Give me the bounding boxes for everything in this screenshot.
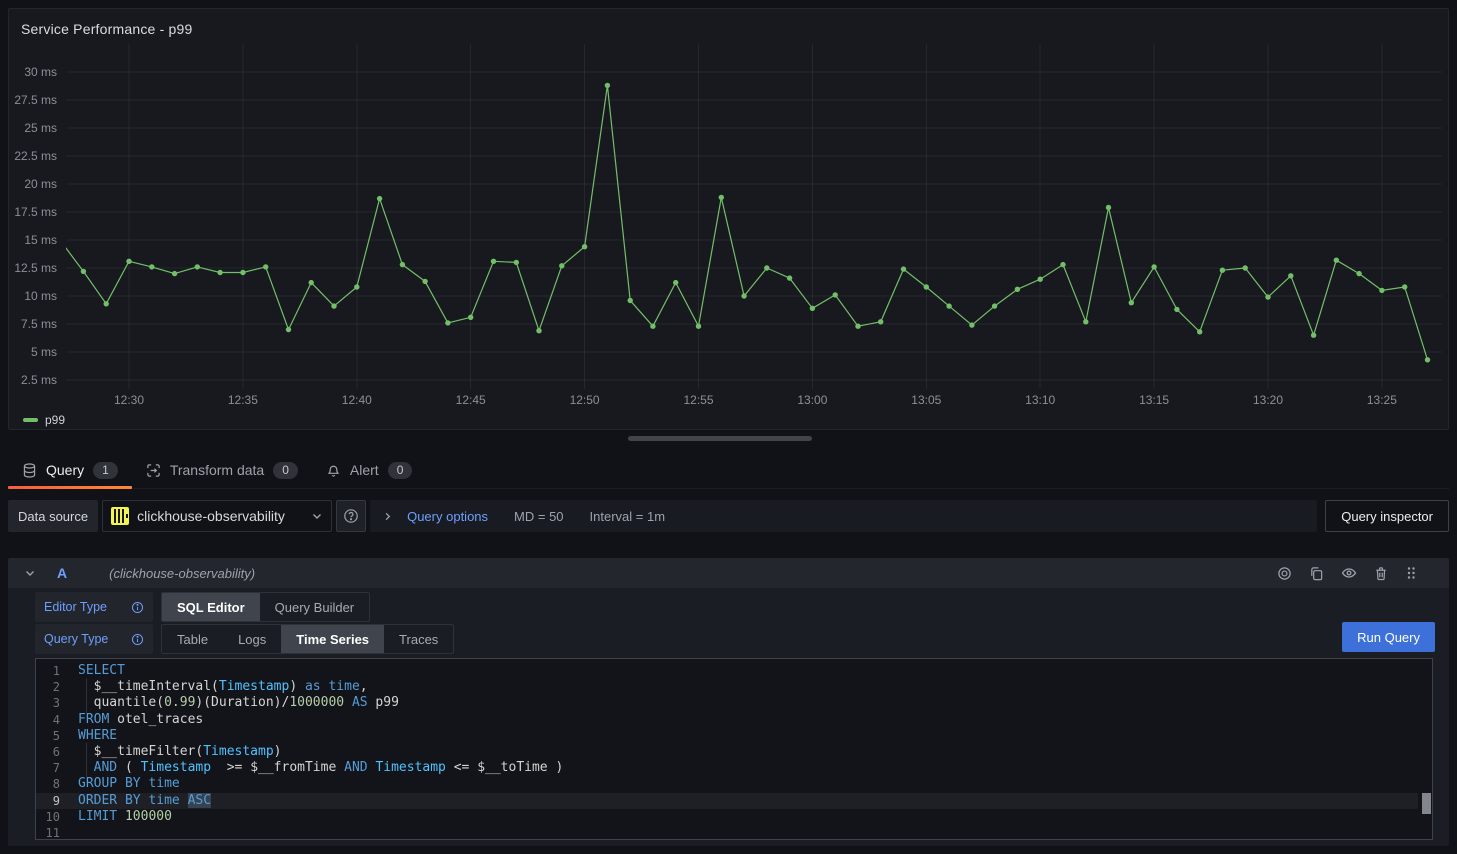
duplicate-query-icon[interactable] xyxy=(1309,566,1324,581)
code-line-9: 9ORDER BY time ASC xyxy=(36,793,1418,809)
query-type-label: Query Type xyxy=(44,632,108,646)
tab-transform-badge: 0 xyxy=(273,462,298,479)
editor-type-label-box: Editor Type xyxy=(35,592,153,622)
code-line-5: 5WHERE xyxy=(36,728,1418,744)
svg-text:12:40: 12:40 xyxy=(342,393,372,407)
query-type-radio-group: TableLogsTime SeriesTraces xyxy=(161,624,454,654)
svg-text:13:00: 13:00 xyxy=(797,393,827,407)
svg-text:12:35: 12:35 xyxy=(228,393,258,407)
sql-code-editor[interactable]: 1SELECT2 $__timeInterval(Timestamp) as t… xyxy=(35,658,1433,840)
code-line-11: 11 xyxy=(36,825,1418,840)
radio-option-query-builder[interactable]: Query Builder xyxy=(260,593,369,621)
datasource-row: Data source clickhouse-observability Que… xyxy=(8,500,1449,532)
legend-item-p99[interactable]: p99 xyxy=(23,413,65,427)
max-data-points-value: MD = 50 xyxy=(514,509,564,524)
query-options-link[interactable]: Query options xyxy=(407,509,488,524)
delete-query-trash-icon[interactable] xyxy=(1374,566,1388,581)
query-ref-id: A xyxy=(57,565,67,581)
disable-query-icon[interactable] xyxy=(1277,566,1292,581)
query-datasource-subtitle: (clickhouse-observability) xyxy=(109,566,255,581)
database-icon xyxy=(22,463,37,478)
tab-alert-label: Alert xyxy=(350,462,379,478)
editor-tabbar: Query 1 Transform data 0 Alert 0 xyxy=(8,452,1449,489)
interval-value: Interval = 1m xyxy=(590,509,666,524)
svg-text:15 ms: 15 ms xyxy=(24,233,57,247)
query-options-bar[interactable]: Query options MD = 50 Interval = 1m xyxy=(370,500,1317,532)
svg-text:13:20: 13:20 xyxy=(1253,393,1283,407)
drag-handle-grip-icon[interactable] xyxy=(1405,566,1417,580)
query-row-header[interactable]: A (clickhouse-observability) xyxy=(8,558,1449,588)
tab-alert[interactable]: Alert 0 xyxy=(312,452,426,488)
tab-alert-badge: 0 xyxy=(388,462,413,479)
datasource-picker[interactable]: clickhouse-observability xyxy=(102,500,332,532)
svg-text:12.5 ms: 12.5 ms xyxy=(14,261,57,275)
run-query-button[interactable]: Run Query xyxy=(1342,622,1435,652)
code-line-7: 7 AND ( Timestamp >= $__fromTime AND Tim… xyxy=(36,760,1418,776)
svg-text:22.5 ms: 22.5 ms xyxy=(14,149,57,163)
svg-text:25 ms: 25 ms xyxy=(24,121,57,135)
question-circle-icon xyxy=(343,508,359,524)
timeseries-panel: Service Performance - p99 12:30 12:35 12:4… xyxy=(8,8,1449,430)
svg-text:12:30: 12:30 xyxy=(114,393,144,407)
svg-text:12:45: 12:45 xyxy=(456,393,486,407)
svg-text:12:55: 12:55 xyxy=(683,393,713,407)
collapse-chevron-icon[interactable] xyxy=(24,567,36,579)
tab-query[interactable]: Query 1 xyxy=(8,452,132,488)
radio-option-sql-editor[interactable]: SQL Editor xyxy=(162,593,260,621)
editor-type-label: Editor Type xyxy=(44,600,107,614)
code-line-3: 3 quantile(0.99)(Duration)/1000000 AS p9… xyxy=(36,695,1418,711)
panel-resize-handle[interactable] xyxy=(628,436,812,441)
radio-option-traces[interactable]: Traces xyxy=(384,625,453,653)
timeseries-chart[interactable]: 12:30 12:35 12:40 12:45 12:50 12:55 13:00 13:05… xyxy=(9,44,1450,412)
info-circle-icon[interactable] xyxy=(131,633,144,646)
datasource-help-button[interactable] xyxy=(336,500,366,532)
chevron-down-icon xyxy=(311,510,323,522)
radio-option-table[interactable]: Table xyxy=(162,625,223,653)
tab-query-badge: 1 xyxy=(93,462,118,479)
svg-text:20 ms: 20 ms xyxy=(24,177,57,191)
svg-text:7.5 ms: 7.5 ms xyxy=(21,317,57,331)
process-icon xyxy=(146,463,161,478)
code-line-10: 10LIMIT 100000 xyxy=(36,809,1418,825)
svg-text:13:25: 13:25 xyxy=(1367,393,1397,407)
query-type-label-box: Query Type xyxy=(35,624,153,654)
datasource-label: Data source xyxy=(8,500,98,532)
legend-label: p99 xyxy=(45,413,65,427)
active-tab-underline xyxy=(8,486,132,489)
svg-text:5 ms: 5 ms xyxy=(31,345,57,359)
svg-text:2.5 ms: 2.5 ms xyxy=(21,373,57,387)
code-line-4: 4FROM otel_traces xyxy=(36,712,1418,728)
svg-text:30 ms: 30 ms xyxy=(24,65,57,79)
query-editor-card: A (clickhouse-observability) Run Query E… xyxy=(8,558,1449,846)
clickhouse-logo-icon xyxy=(111,507,129,525)
svg-text:13:05: 13:05 xyxy=(911,393,941,407)
svg-text:27.5 ms: 27.5 ms xyxy=(14,93,57,107)
tab-query-label: Query xyxy=(46,462,84,478)
scrollbar-selection-mark[interactable] xyxy=(1422,793,1431,814)
tab-transform-label: Transform data xyxy=(170,462,264,478)
radio-option-logs[interactable]: Logs xyxy=(223,625,281,653)
chevron-right-icon xyxy=(382,511,393,522)
code-line-2: 2 $__timeInterval(Timestamp) as time, xyxy=(36,679,1418,695)
code-line-6: 6 $__timeFilter(Timestamp) xyxy=(36,744,1418,760)
svg-text:10 ms: 10 ms xyxy=(24,289,57,303)
bell-icon xyxy=(326,463,341,478)
tab-transform-data[interactable]: Transform data 0 xyxy=(132,452,312,488)
code-line-8: 8GROUP BY time xyxy=(36,776,1418,792)
datasource-name: clickhouse-observability xyxy=(137,508,303,524)
radio-option-time-series[interactable]: Time Series xyxy=(281,625,384,653)
svg-text:12:50: 12:50 xyxy=(570,393,600,407)
editor-type-radio-group: SQL EditorQuery Builder xyxy=(161,592,370,622)
legend-swatch xyxy=(23,418,38,422)
svg-text:13:10: 13:10 xyxy=(1025,393,1055,407)
code-line-1: 1SELECT xyxy=(36,663,1418,679)
hide-response-eye-icon[interactable] xyxy=(1341,565,1357,581)
panel-title: Service Performance - p99 xyxy=(21,21,193,37)
svg-text:13:15: 13:15 xyxy=(1139,393,1169,407)
svg-text:17.5 ms: 17.5 ms xyxy=(14,205,57,219)
query-inspector-button[interactable]: Query inspector xyxy=(1325,500,1449,532)
info-circle-icon[interactable] xyxy=(131,601,144,614)
